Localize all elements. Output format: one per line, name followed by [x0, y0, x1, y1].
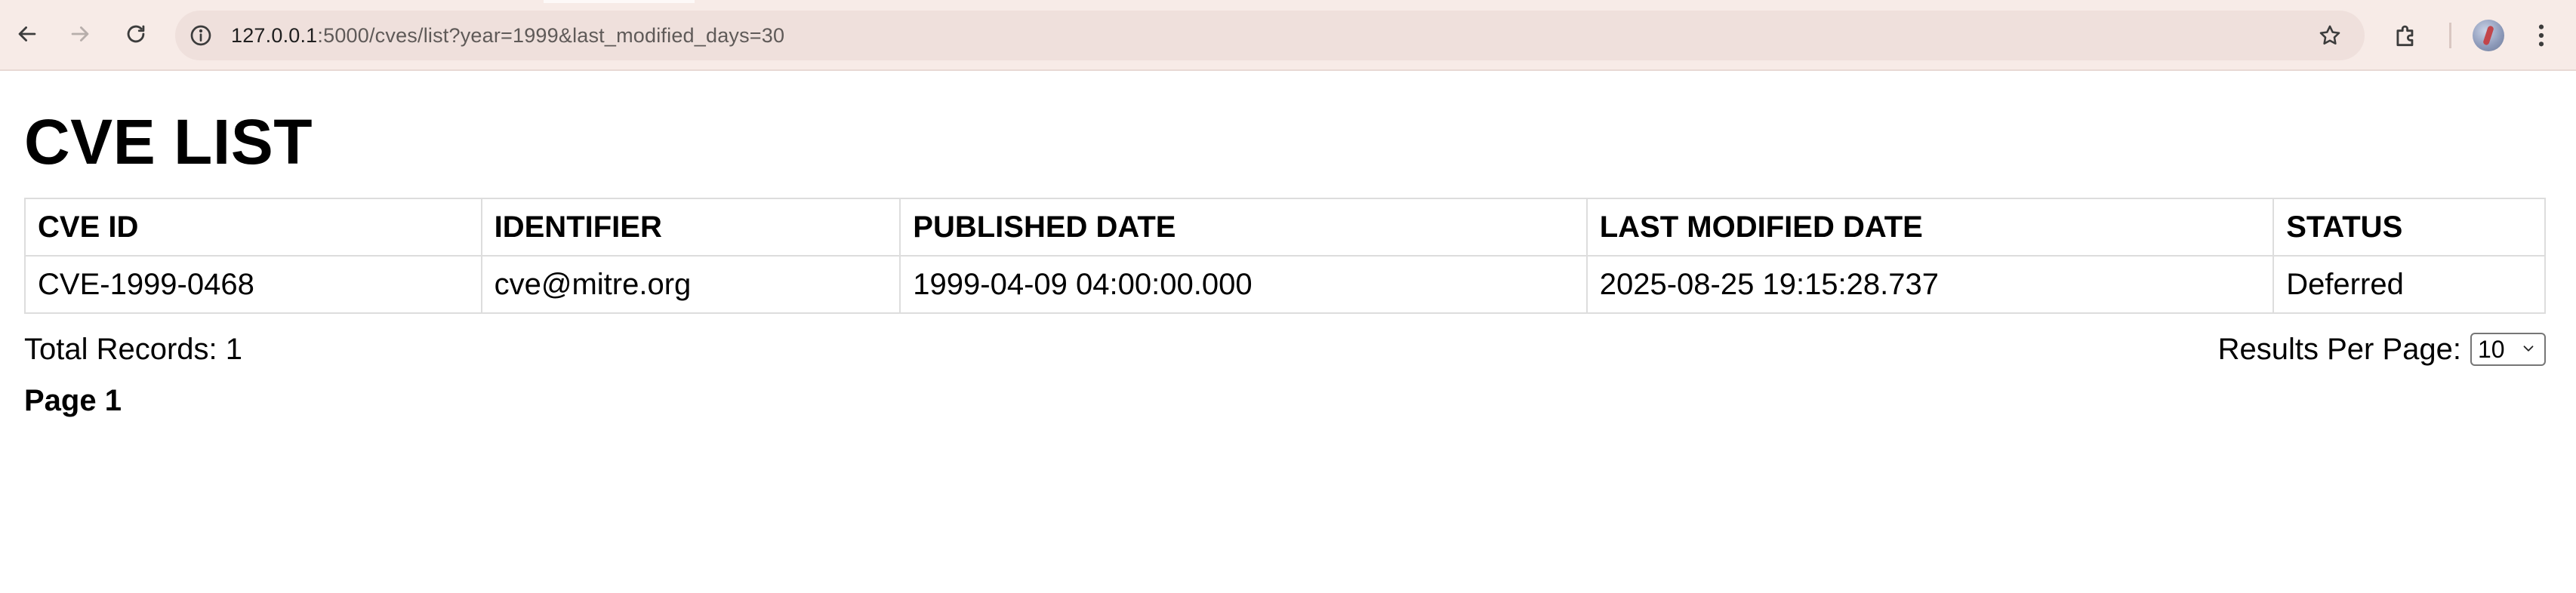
column-header-status: STATUS	[2272, 198, 2546, 257]
results-per-page-label: Results Per Page:	[2217, 333, 2461, 366]
pagination-label: Page 1	[24, 384, 122, 417]
browser-menu-button[interactable]	[2526, 18, 2556, 53]
cell-last-modified-date: 2025-08-25 19:15:28.737	[1585, 255, 2275, 314]
browser-toolbar: 127.0.0.1:5000/cves/list?year=1999&last_…	[0, 0, 2576, 71]
url-path: :5000/cves/list?year=1999&last_modified_…	[317, 24, 785, 47]
toolbar-divider	[2449, 23, 2451, 48]
column-header-cve-id: CVE ID	[24, 198, 482, 257]
forward-button[interactable]	[59, 13, 101, 55]
profile-avatar[interactable]	[2473, 20, 2504, 51]
column-header-published-date: PUBLISHED DATE	[899, 198, 1588, 257]
table-header-row: CVE ID IDENTIFIER PUBLISHED DATE LAST MO…	[24, 198, 2546, 257]
cell-identifier: cve@mitre.org	[480, 255, 901, 314]
column-header-last-modified-date: LAST MODIFIED DATE	[1585, 198, 2275, 257]
cell-status: Deferred	[2272, 255, 2546, 314]
total-records: Total Records: 1	[24, 333, 243, 366]
table-row: CVE-1999-0468 cve@mitre.org 1999-04-09 0…	[24, 255, 2546, 314]
column-header-identifier: IDENTIFIER	[480, 198, 901, 257]
page-title: CVE LIST	[24, 106, 313, 177]
chevron-down-icon	[2523, 346, 2534, 352]
url-host: 127.0.0.1	[231, 24, 318, 47]
reload-icon	[127, 25, 145, 43]
more-vertical-icon	[2538, 24, 2544, 47]
reload-button[interactable]	[115, 13, 157, 55]
bookmark-button[interactable]	[2315, 20, 2345, 51]
cell-cve-id: CVE-1999-0468	[24, 255, 482, 314]
site-info-button[interactable]	[186, 20, 216, 51]
extensions-button[interactable]	[2387, 17, 2425, 54]
star-icon	[2319, 25, 2340, 45]
results-per-page-select[interactable]: 10	[2470, 333, 2546, 366]
info-icon	[190, 25, 211, 46]
active-tab-edge	[544, 0, 695, 3]
arrow-right-icon	[71, 26, 89, 41]
arrow-left-icon	[18, 26, 36, 41]
url-text[interactable]: 127.0.0.1:5000/cves/list?year=1999&last_…	[231, 11, 784, 60]
cell-published-date: 1999-04-09 04:00:00.000	[899, 255, 1588, 314]
puzzle-icon	[2396, 25, 2414, 47]
back-button[interactable]	[6, 13, 48, 55]
cve-table: CVE ID IDENTIFIER PUBLISHED DATE LAST MO…	[24, 198, 2546, 314]
results-per-page-value: 10	[2478, 336, 2505, 363]
address-bar[interactable]: 127.0.0.1:5000/cves/list?year=1999&last_…	[175, 11, 2365, 60]
results-per-page: Results Per Page: 10	[2218, 332, 2546, 367]
